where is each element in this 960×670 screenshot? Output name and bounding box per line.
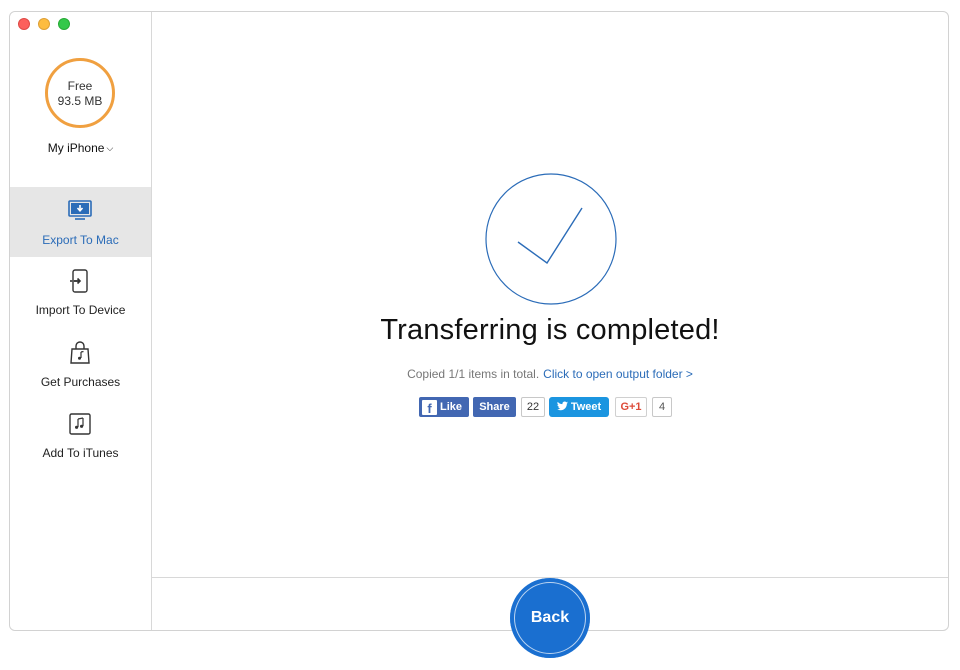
open-output-folder-link[interactable]: Click to open output folder > [543,367,693,381]
sidebar-item-label: Get Purchases [40,375,121,389]
main-content: Transferring is completed! Copied 1/1 it… [152,12,948,658]
facebook-icon: f [422,399,437,415]
facebook-share-label: Share [479,401,510,413]
sidebar-item-import-to-device[interactable]: Import To Device [10,257,151,327]
tweet-label: Tweet [570,401,602,413]
sidebar-item-export-to-mac[interactable]: Export To Mac [10,187,151,257]
tweet-button[interactable]: Tweet [549,397,609,417]
checkmark-icon [485,173,617,305]
facebook-share-button[interactable]: Share [473,397,516,417]
back-button[interactable]: Back [510,578,590,658]
sidebar-item-label: Import To Device [35,303,126,317]
sidebar-item-get-purchases[interactable]: Get Purchases [10,329,151,399]
transfer-summary-text: Copied 1/1 items in total. [407,367,540,381]
window-controls [18,18,70,30]
app-window: Free 93.5 MB My iPhone ⌵ Export To Mac I… [9,11,949,658]
import-to-device-icon [68,269,92,293]
sidebar-item-add-to-itunes[interactable]: Add To iTunes [10,400,151,470]
google-plus-button[interactable]: G+1 [615,397,647,417]
purchases-bag-icon [68,341,92,365]
minimize-window-button[interactable] [38,18,50,30]
storage-free-value: 93.5 MB [57,94,103,108]
page-title: Transferring is completed! [380,314,720,346]
close-window-button[interactable] [18,18,30,30]
sidebar: Free 93.5 MB My iPhone ⌵ Export To Mac I… [10,12,152,630]
itunes-note-icon [68,412,92,436]
chevron-down-icon: ⌵ [106,143,114,153]
transfer-summary: Copied 1/1 items in total. Click to open … [152,367,948,381]
share-count-badge: 22 [521,397,545,417]
device-name: My iPhone [47,141,105,155]
storage-free-label: Free [67,79,93,93]
sidebar-item-label: Add To iTunes [42,446,119,460]
storage-indicator: Free 93.5 MB [45,58,115,128]
device-selector[interactable]: My iPhone ⌵ [10,141,151,155]
facebook-like-button[interactable]: f Like [419,397,469,417]
export-to-mac-icon [68,199,92,223]
facebook-like-label: Like [440,401,463,413]
sidebar-item-label: Export To Mac [42,233,119,247]
maximize-window-button[interactable] [58,18,70,30]
twitter-bird-icon [556,401,568,414]
google-plus-count-badge: 4 [652,397,672,417]
